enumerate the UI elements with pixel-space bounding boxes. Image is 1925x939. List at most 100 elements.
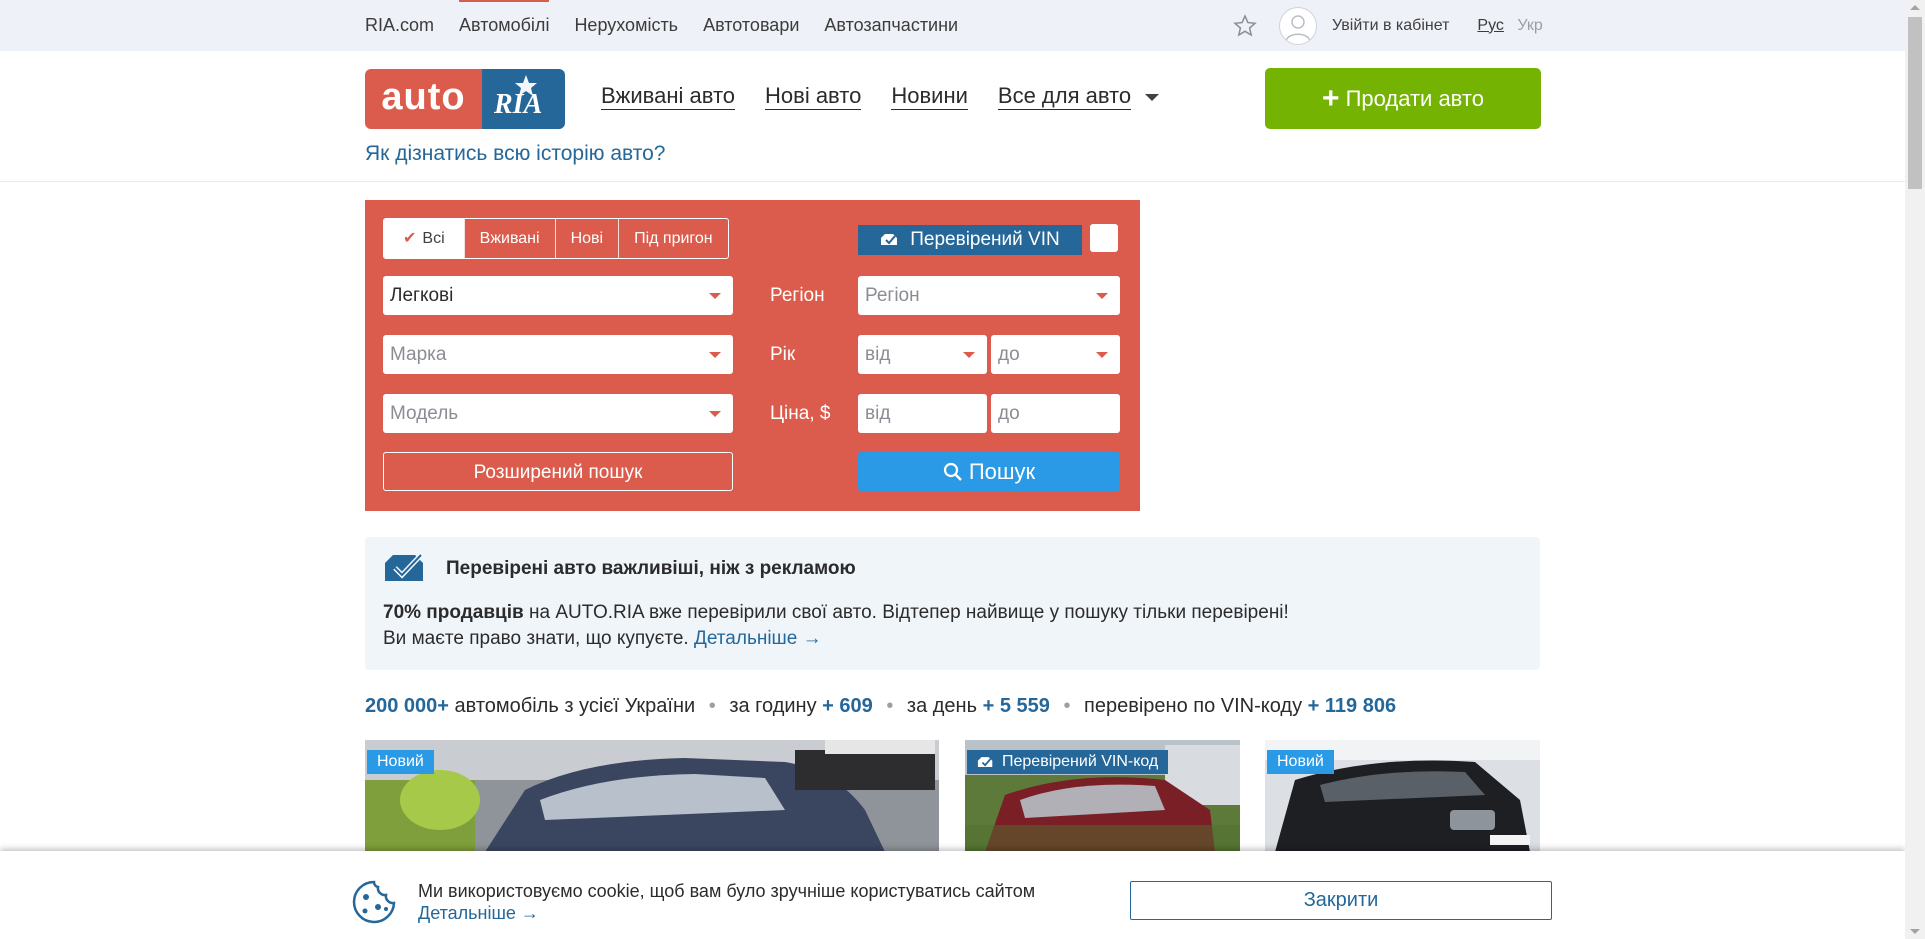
- dropdown-arrow-icon: [963, 352, 975, 358]
- price-from-placeholder: від: [865, 403, 891, 424]
- verified-car-icon: [385, 553, 423, 581]
- separator-dot: •: [886, 695, 894, 717]
- header: auto RIA Вживані авто Нові авто Новини В…: [0, 51, 1905, 182]
- region-label: Регіон: [770, 285, 825, 306]
- card-badge-verified-vin-label: Перевірений VIN-код: [1002, 753, 1159, 770]
- lang-rus[interactable]: Рус: [1477, 17, 1504, 34]
- banner-more-link[interactable]: Детальніше →: [694, 628, 822, 649]
- verified-car-icon: [881, 234, 898, 245]
- banner-text-line2: Ви маєте право знати, що купуєте.: [383, 628, 694, 649]
- verified-car-icon: [977, 756, 993, 767]
- stats-line: 200 000+ автомобіль з усієї України • за…: [365, 695, 1396, 718]
- stats-hour-label: за годину: [729, 695, 817, 717]
- cookie-text: Ми використовуємо cookie, щоб вам було з…: [418, 880, 1035, 924]
- year-from-placeholder: від: [865, 344, 891, 365]
- cookie-bar: Ми використовуємо cookie, щоб вам було з…: [0, 851, 1905, 939]
- scrollbar-thumb[interactable]: [1908, 17, 1922, 189]
- cookie-more-link[interactable]: Детальніше →: [418, 902, 1035, 924]
- site-logo[interactable]: auto RIA: [365, 69, 565, 129]
- year-from-select[interactable]: від: [858, 335, 987, 374]
- stats-vin-value: + 119 806: [1307, 695, 1397, 717]
- banner-text: 70% продавців на AUTO.RIA вже перевірили…: [383, 600, 1289, 652]
- dropdown-arrow-icon: [1096, 352, 1108, 358]
- scroll-up-icon[interactable]: [1910, 5, 1920, 10]
- car-card[interactable]: Новий: [1265, 740, 1540, 852]
- verified-banner: Перевірені авто важливіші, ніж з рекламо…: [365, 537, 1540, 670]
- car-photo: [365, 740, 939, 852]
- price-to-input[interactable]: до: [991, 394, 1120, 433]
- condition-tabs: ✔ Всі Вживані Нові Під пригон: [383, 218, 729, 259]
- login-link[interactable]: Увійти в кабінет: [1332, 17, 1449, 35]
- search-icon: [943, 462, 962, 481]
- tab-all-label: Всі: [422, 230, 445, 247]
- logo-ria-text: RIA: [494, 89, 543, 120]
- vehicle-type-value: Легкові: [390, 285, 454, 306]
- main-nav: Вживані авто Нові авто Новини Все для ав…: [601, 83, 1160, 110]
- model-placeholder: Модель: [390, 403, 459, 424]
- search-button-label: Пошук: [968, 458, 1036, 484]
- vehicle-type-select[interactable]: Легкові: [383, 276, 733, 315]
- cookie-close-button[interactable]: Закрити: [1130, 881, 1552, 920]
- top-nav: RIA.com Автомобілі Нерухомість Автотовар…: [365, 0, 983, 51]
- stats-vin-label: перевірено по VIN-коду: [1084, 695, 1303, 717]
- chevron-down-icon[interactable]: [1145, 94, 1160, 101]
- stats-day-label: за день: [906, 695, 978, 717]
- avatar-icon[interactable]: [1279, 6, 1317, 45]
- plus-icon: +: [1322, 81, 1340, 115]
- separator-dot: •: [708, 695, 716, 717]
- stats-day-value: + 5 559: [982, 695, 1050, 717]
- star-icon[interactable]: [1233, 13, 1257, 38]
- cookie-message: Ми використовуємо cookie, щоб вам було з…: [418, 881, 1036, 901]
- dropdown-arrow-icon: [1096, 293, 1108, 299]
- nav-news[interactable]: Новини: [891, 83, 968, 110]
- price-from-input[interactable]: від: [858, 394, 987, 433]
- nav-new-cars[interactable]: Нові авто: [765, 83, 862, 110]
- region-select[interactable]: Регіон: [858, 276, 1120, 315]
- top-nav-autogoods[interactable]: Автотовари: [703, 0, 799, 51]
- sell-car-label: Продати авто: [1345, 85, 1484, 111]
- search-button[interactable]: Пошук: [858, 452, 1120, 491]
- dropdown-arrow-icon: [709, 411, 721, 417]
- model-select[interactable]: Модель: [383, 394, 733, 433]
- car-card[interactable]: Новий: [365, 740, 939, 852]
- price-to-placeholder: до: [998, 403, 1020, 424]
- price-label: Ціна, $: [770, 403, 831, 424]
- nav-all-for-car[interactable]: Все для авто: [997, 83, 1132, 110]
- search-form: ✔ Всі Вживані Нові Під пригон Перевірений…: [365, 200, 1140, 511]
- advanced-search-button[interactable]: Розширений пошук: [383, 452, 733, 491]
- tab-all[interactable]: ✔ Всі: [384, 219, 464, 258]
- top-right: Увійти в кабінет Рус Укр: [1233, 0, 1543, 51]
- nav-used-cars[interactable]: Вживані авто: [601, 83, 736, 110]
- top-nav-cars[interactable]: Автомобілі: [459, 0, 550, 51]
- stats-total-label: автомобіль з усієї України: [454, 695, 696, 717]
- year-to-select[interactable]: до: [991, 335, 1120, 374]
- brand-select[interactable]: Марка: [383, 335, 733, 374]
- card-badge-verified-vin: Перевірений VIN-код: [967, 750, 1169, 774]
- verified-vin-badge[interactable]: Перевірений VIN: [858, 225, 1082, 255]
- region-placeholder: Регіон: [865, 285, 920, 306]
- sell-car-button[interactable]: + Продати авто: [1265, 68, 1541, 129]
- banner-bold: 70% продавців: [383, 602, 524, 623]
- tab-import[interactable]: Під пригон: [618, 219, 728, 258]
- logo-auto: auto: [365, 69, 482, 129]
- car-history-link[interactable]: Як дізнатись всю історію авто?: [365, 142, 665, 166]
- tab-used[interactable]: Вживані: [463, 219, 555, 258]
- tab-new[interactable]: Нові: [554, 219, 619, 258]
- stats-total: 200 000+: [365, 695, 449, 717]
- car-card[interactable]: Перевірений VIN-код: [965, 740, 1240, 852]
- top-nav-realty[interactable]: Нерухомість: [574, 0, 678, 51]
- top-nav-autoparts[interactable]: Автозапчастини: [824, 0, 958, 51]
- separator-dot: •: [1063, 695, 1071, 717]
- scrollbar[interactable]: [1905, 0, 1925, 939]
- verified-vin-checkbox[interactable]: [1090, 224, 1118, 252]
- brand-placeholder: Марка: [390, 344, 447, 365]
- logo-ria: RIA: [482, 69, 565, 129]
- top-nav-ria[interactable]: RIA.com: [365, 0, 434, 51]
- lang-ukr[interactable]: Укр: [1517, 17, 1542, 34]
- cookie-icon: [352, 880, 396, 924]
- dropdown-arrow-icon: [709, 352, 721, 358]
- year-label: Рік: [770, 344, 796, 365]
- scroll-down-icon[interactable]: [1910, 929, 1920, 934]
- banner-text-line1: на AUTO.RIA вже перевірили свої авто. Ві…: [523, 602, 1289, 623]
- top-bar: RIA.com Автомобілі Нерухомість Автотовар…: [0, 0, 1905, 51]
